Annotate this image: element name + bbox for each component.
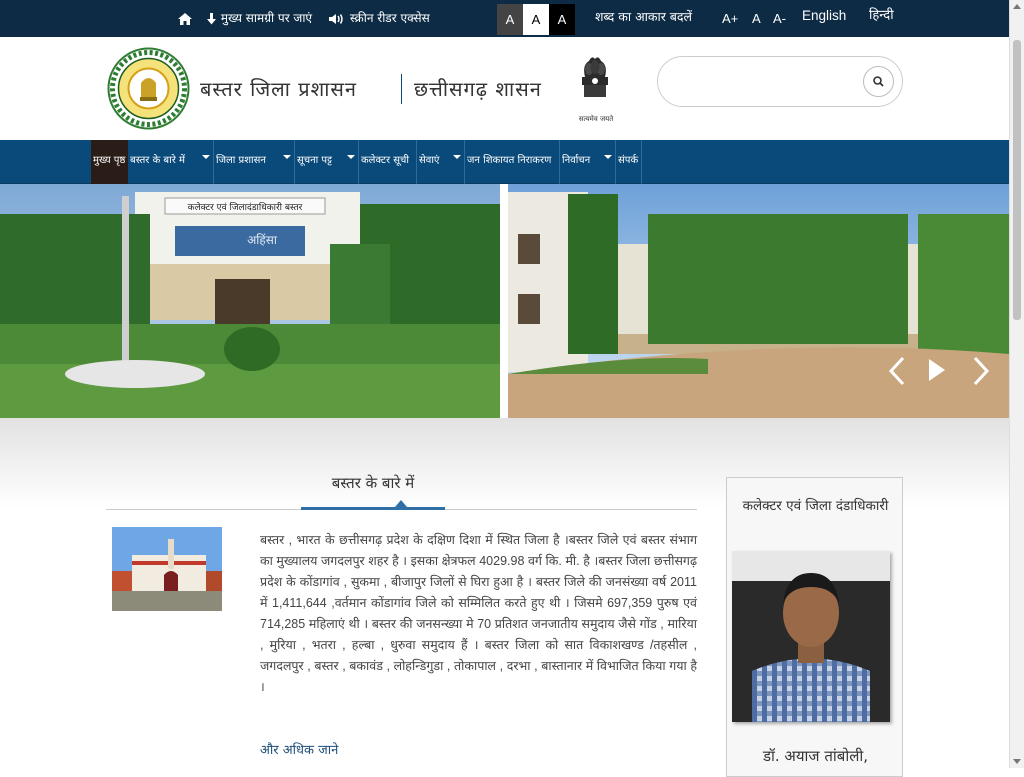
- collector-card-heading: कलेक्टर एवं जिला दंडाधिकारी: [742, 498, 889, 514]
- title-divider: [401, 74, 402, 104]
- home-link[interactable]: [177, 0, 193, 37]
- emblem-motto: सत्यमेव जयते: [578, 115, 614, 123]
- skip-to-content-link[interactable]: मुख्य सामग्री पर जाएं: [206, 0, 312, 37]
- chevron-down-icon: [604, 155, 612, 159]
- skip-to-content-label: मुख्य सामग्री पर जाएं: [220, 11, 313, 25]
- page-scrollbar[interactable]: [1009, 0, 1024, 768]
- search-button[interactable]: [863, 66, 894, 97]
- home-icon: [178, 12, 192, 25]
- main-content: बस्तर के बारे में बस्तर , भारत के छत्तीस…: [0, 418, 1009, 777]
- text-decrease-button[interactable]: A-: [773, 0, 786, 37]
- search-icon: [873, 76, 884, 87]
- main-navigation: मुख्य पृष्ठ बस्तर के बारे में जिला प्रशा…: [0, 140, 1009, 184]
- national-emblem-icon: [582, 57, 608, 97]
- contrast-dark-button[interactable]: A: [549, 4, 575, 35]
- nav-item-collector-list[interactable]: कलेक्टर सूची: [359, 140, 417, 184]
- chevron-down-icon: [202, 155, 210, 159]
- collector-card: कलेक्टर एवं जिला दंडाधिकारी डॉ. अयाज तां…: [726, 477, 903, 777]
- banner-text: अहिंसा: [247, 233, 278, 247]
- state-title: छत्तीसगढ़ शासन: [414, 77, 542, 101]
- text-size-label: शब्द का आकार बदलें: [595, 9, 693, 24]
- text-increase-button[interactable]: A+: [722, 0, 738, 37]
- search-box: [657, 56, 903, 107]
- slider-prev-icon[interactable]: [887, 356, 907, 386]
- nav-item-services[interactable]: सेवाएं: [417, 140, 465, 184]
- image-slider: कलेक्टर एवं जिलादंडाधिकारी बस्तर अहिंसा: [0, 184, 1009, 418]
- speaker-icon: [329, 13, 343, 24]
- chevron-down-icon: [453, 155, 461, 159]
- slider-play-icon[interactable]: [927, 358, 947, 382]
- nav-item-notice-board[interactable]: सूचना पट्ट: [295, 140, 359, 184]
- nav-item-contact[interactable]: संपर्क: [616, 140, 642, 184]
- nav-item-about-bastar[interactable]: बस्तर के बारे में: [128, 140, 214, 184]
- contrast-light-button[interactable]: A: [523, 4, 549, 35]
- site-header: बस्तर जिला प्रशासन छत्तीसगढ़ शासन सत्यमे…: [0, 37, 1009, 140]
- screen-reader-link[interactable]: स्क्रीन रीडर एक्सेस: [328, 0, 430, 37]
- bastar-palace-photo: [112, 527, 222, 611]
- about-section-heading: बस्तर के बारे में: [331, 474, 415, 492]
- read-more-link[interactable]: और अधिक जाने: [260, 740, 338, 758]
- scroll-down-arrow[interactable]: [1013, 759, 1021, 764]
- arrow-down-icon: [207, 12, 216, 24]
- slider-next-icon[interactable]: [971, 356, 991, 386]
- screen-reader-label: स्क्रीन रीडर एक्सेस: [349, 11, 430, 25]
- hindi-language-link[interactable]: हिन्दी: [869, 0, 894, 34]
- collectorate-campus-photo: [508, 184, 1009, 418]
- scrollbar-thumb[interactable]: [1013, 40, 1021, 320]
- about-paragraph: बस्तर , भारत के छत्तीसगढ़ प्रदेश के दक्ष…: [260, 533, 697, 694]
- collector-name: डॉ. अयाज तांबोली,: [762, 747, 869, 765]
- heading-caret-icon: [395, 500, 407, 507]
- district-title: बस्तर जिला प्रशासन: [200, 77, 358, 101]
- chevron-down-icon: [347, 155, 355, 159]
- nav-item-public-grievance[interactable]: जन शिकायत निराकरण: [465, 140, 560, 184]
- chhattisgarh-logo[interactable]: [107, 47, 190, 130]
- top-utility-bar: मुख्य सामग्री पर जाएं स्क्रीन रीडर एक्से…: [0, 0, 1009, 37]
- english-language-link[interactable]: English: [802, 0, 846, 34]
- scroll-up-arrow[interactable]: [1013, 4, 1021, 9]
- contrast-normal-button[interactable]: A: [497, 4, 523, 35]
- collectorate-building-photo: कलेक्टर एवं जिलादंडाधिकारी बस्तर अहिंसा: [0, 184, 500, 418]
- nav-item-home[interactable]: मुख्य पृष्ठ: [91, 140, 128, 184]
- collector-photo: [732, 551, 890, 722]
- search-input[interactable]: [670, 69, 860, 95]
- chevron-down-icon: [283, 155, 291, 159]
- building-sign-text: कलेक्टर एवं जिलादंडाधिकारी बस्तर: [188, 201, 303, 213]
- text-normal-button[interactable]: A: [752, 0, 761, 37]
- nav-item-district-admin[interactable]: जिला प्रशासन: [214, 140, 295, 184]
- nav-item-election[interactable]: निर्वाचन: [560, 140, 616, 184]
- heading-underline: [301, 507, 445, 510]
